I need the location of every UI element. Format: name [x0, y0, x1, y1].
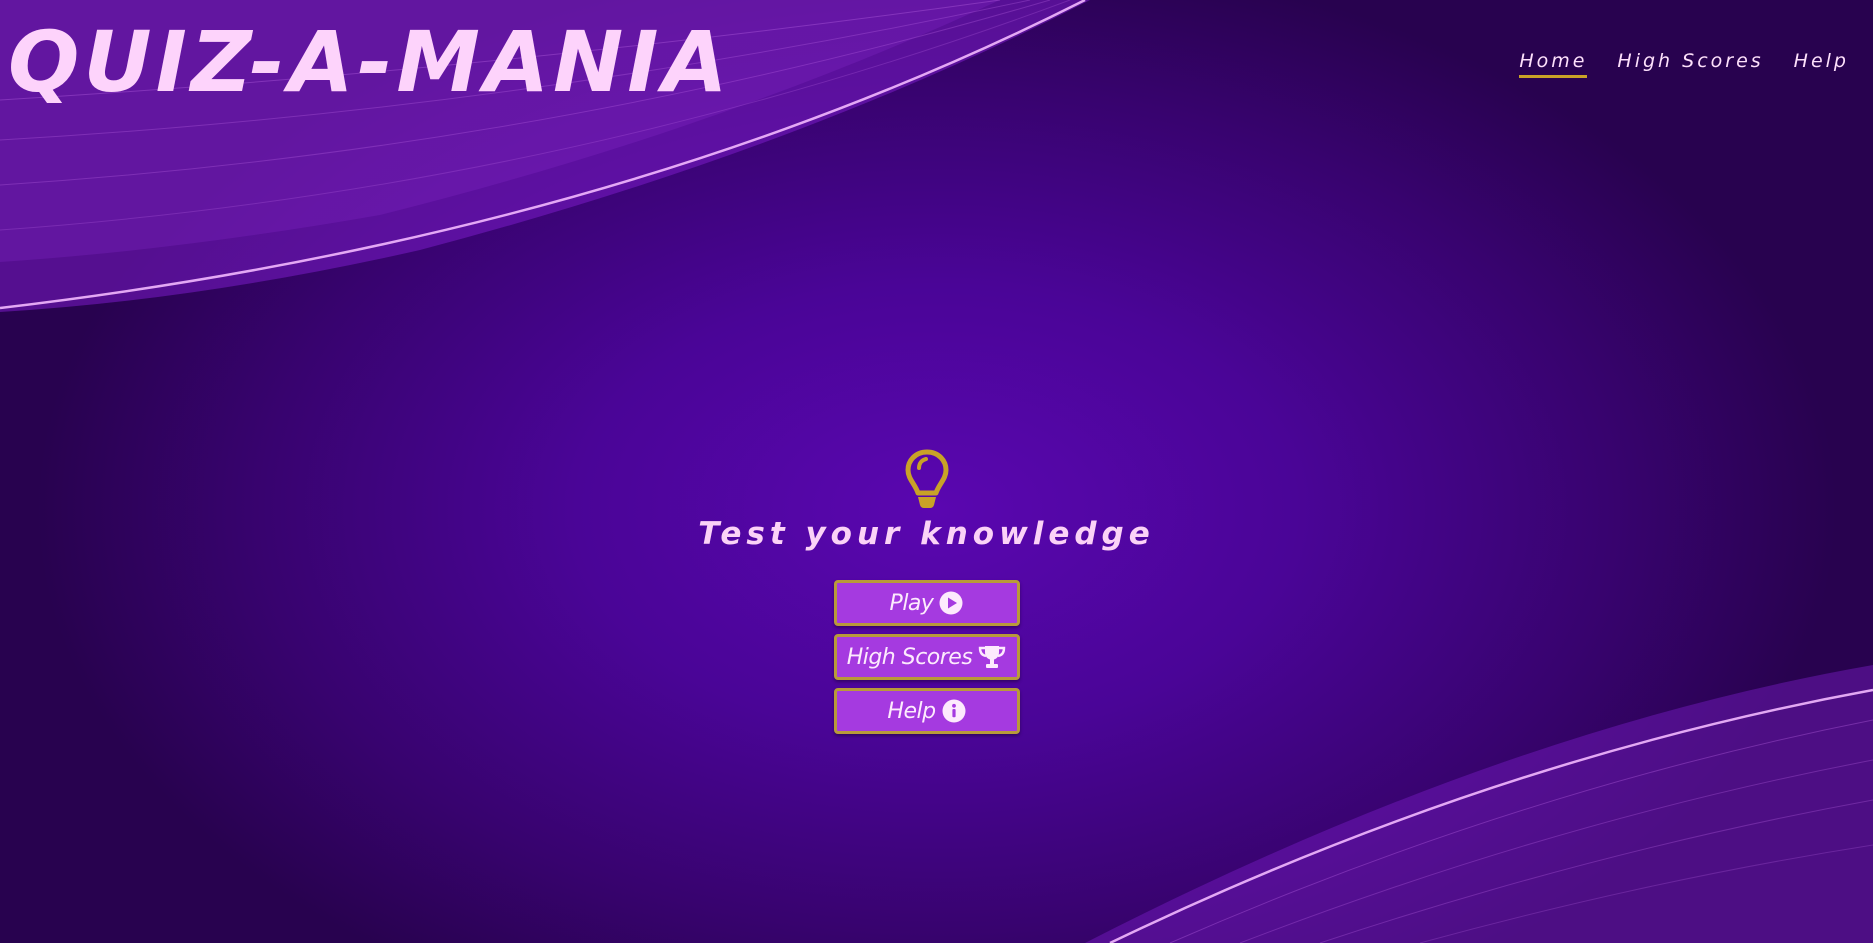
tagline: Test your knowledge — [698, 516, 1155, 552]
app-logo: QUIZ-A-MANIA — [8, 13, 732, 111]
play-circle-icon — [939, 591, 963, 615]
nav-help-link[interactable]: Help — [1794, 50, 1849, 78]
top-nav: Home High Scores Help — [1519, 50, 1849, 78]
trophy-icon — [979, 646, 1006, 668]
help-button[interactable]: Help — [833, 688, 1020, 734]
play-button-label: Play — [889, 590, 934, 616]
high-scores-button[interactable]: High Scores — [833, 634, 1020, 680]
menu-buttons: Play High Scores Help — [833, 580, 1020, 734]
high-scores-button-label: High Scores — [846, 644, 973, 670]
info-circle-icon — [942, 699, 966, 723]
nav-high-scores-link[interactable]: High Scores — [1617, 50, 1763, 78]
nav-home-link[interactable]: Home — [1519, 50, 1588, 78]
lightbulb-icon — [905, 449, 948, 508]
help-button-label: Help — [887, 698, 936, 724]
play-button[interactable]: Play — [833, 580, 1020, 626]
main-menu: Test your knowledge Play High Scores Hel… — [0, 448, 1853, 734]
